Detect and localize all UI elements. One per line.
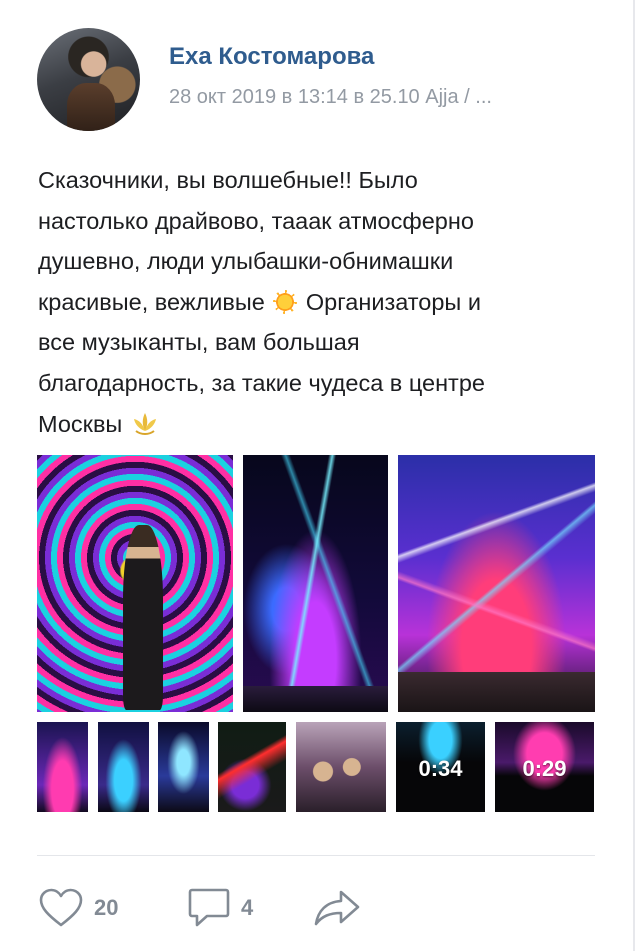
share-button[interactable] — [313, 888, 361, 928]
thumbnail-photo[interactable] — [296, 722, 386, 812]
video-thumbnail[interactable]: 0:29 — [495, 722, 594, 812]
thumbnail-photo[interactable] — [218, 722, 286, 812]
lotus-emoji-icon — [131, 409, 159, 435]
video-duration: 0:29 — [522, 756, 567, 781]
avatar[interactable] — [37, 28, 140, 131]
comment-count: 4 — [241, 895, 254, 920]
crowd-silhouette — [243, 686, 388, 712]
thumbnail-photo[interactable] — [98, 722, 149, 812]
video-thumbnail[interactable]: 0:34 — [396, 722, 485, 812]
heart-icon — [39, 888, 83, 927]
comment-icon — [188, 888, 230, 927]
crowd-silhouette — [398, 672, 595, 712]
like-button[interactable]: 20 — [38, 888, 118, 928]
thumbnail-photo[interactable] — [158, 722, 209, 812]
share-icon — [314, 890, 360, 926]
video-duration: 0:34 — [418, 756, 463, 781]
like-count: 20 — [94, 895, 119, 920]
sun-emoji-icon — [273, 289, 298, 314]
thumbnail-photo[interactable] — [37, 722, 88, 812]
author-name[interactable]: Еха Костомарова — [169, 43, 374, 71]
post-text: Сказочники, вы волшебные!! Было настольк… — [38, 160, 598, 444]
comment-button[interactable]: 4 — [187, 888, 253, 928]
divider — [37, 855, 595, 856]
photo-stage-lasers[interactable] — [243, 455, 388, 712]
photo-stage-crowd[interactable] — [398, 455, 595, 712]
person-figure — [123, 525, 163, 710]
photo-portrait[interactable] — [37, 455, 233, 712]
post-meta[interactable]: 28 окт 2019 в 13:14 в 25.10 Ajja / ... — [169, 86, 492, 109]
